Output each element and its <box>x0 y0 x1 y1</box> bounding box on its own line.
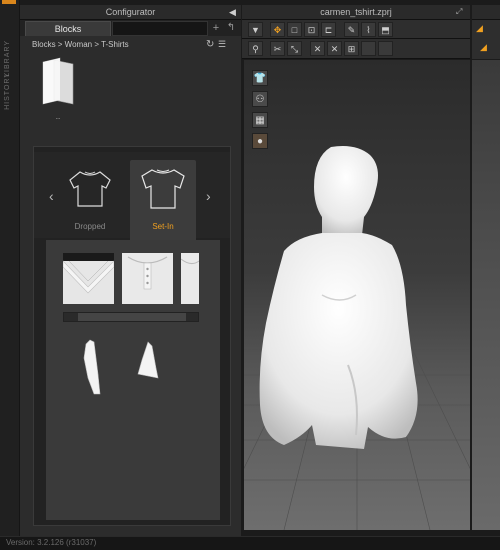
style-label-set-in: Set-In <box>152 222 174 231</box>
folder-label: .. <box>55 112 61 121</box>
style-label-dropped: Dropped <box>74 222 106 231</box>
scrollbar-thumb[interactable] <box>78 313 186 321</box>
pattern-piece-sleeve-a[interactable] <box>80 338 102 396</box>
texture-icon[interactable]: ▦ <box>252 112 268 128</box>
list-view-icon[interactable]: ☰ <box>218 39 226 50</box>
avatar-model[interactable] <box>256 145 422 453</box>
pattern-piece-sleeve-b[interactable] <box>134 340 160 380</box>
variant-thumb-vneck[interactable] <box>63 253 114 304</box>
right-tool-icon[interactable]: ◢ <box>480 42 487 53</box>
refresh-icon[interactable]: ↻ <box>206 39 214 50</box>
sewing-icon[interactable]: ✕ <box>327 41 342 56</box>
henley-collar-icon <box>122 253 173 304</box>
pin-icon[interactable]: ✕ <box>310 41 325 56</box>
avatar-display-icon[interactable]: ⚇ <box>252 91 268 107</box>
avatar-pose-icon[interactable]: ⚲ <box>248 41 263 56</box>
garment-icon[interactable]: ⬒ <box>378 22 393 37</box>
style-card-dropped[interactable]: Dropped <box>62 160 118 238</box>
toolbar-slot-icon[interactable] <box>361 41 376 56</box>
collapse-left-icon[interactable]: ◀ <box>229 6 239 18</box>
move-icon[interactable]: ✥ <box>270 22 285 37</box>
add-tab-icon[interactable]: + <box>210 21 222 35</box>
version-text: Version: 3.2.126 (r31037) <box>6 538 97 547</box>
maximize-icon[interactable]: ⤢ <box>456 7 462 17</box>
toolbar-slot-icon[interactable] <box>378 41 393 56</box>
chevron-right-icon[interactable]: › <box>206 188 211 204</box>
edit-point-icon[interactable]: ⊏ <box>321 22 336 37</box>
scissor-icon[interactable]: ✂ <box>270 41 285 56</box>
back-arrow-icon[interactable]: ↰ <box>225 21 237 35</box>
pen-icon[interactable]: ✎ <box>344 22 359 37</box>
folder-icon[interactable] <box>40 56 76 106</box>
chevron-left-icon[interactable]: ‹ <box>49 188 54 204</box>
viewport-title: carmen_tshirt.zprj <box>242 5 470 20</box>
transform-icon[interactable]: ⊡ <box>304 22 319 37</box>
select-rect-icon[interactable]: □ <box>287 22 302 37</box>
tab-empty-slot <box>112 21 208 36</box>
down-arrow-icon[interactable]: ▼ <box>248 22 263 37</box>
variant-thumb-partial[interactable] <box>181 253 199 304</box>
collar-partial-icon <box>181 253 199 304</box>
variant-thumb-henley[interactable] <box>122 253 173 304</box>
tab-history[interactable]: HISTORY <box>4 72 16 110</box>
right-panel-title <box>472 5 500 20</box>
fold-icon[interactable]: ⌇ <box>361 22 376 37</box>
arrange-icon[interactable]: ⤡ <box>287 41 302 56</box>
tack-icon[interactable]: ⊞ <box>344 41 359 56</box>
shirt-icon[interactable]: 👕 <box>252 70 268 86</box>
configurator-title: Configurator <box>20 5 241 20</box>
right-tool-icon[interactable]: ◢ <box>476 23 483 34</box>
tshirt-dropped-icon <box>69 171 111 207</box>
tab-blocks[interactable]: Blocks <box>25 21 111 36</box>
tshirt-set-in-icon <box>141 169 185 209</box>
breadcrumb[interactable]: Blocks > Woman > T-Shirts <box>32 40 129 49</box>
app-accent-mark <box>2 0 16 4</box>
2d-pattern-window[interactable] <box>472 60 500 530</box>
vneck-collar-icon <box>63 260 114 304</box>
style-card-set-in[interactable]: Set-In <box>130 160 196 240</box>
